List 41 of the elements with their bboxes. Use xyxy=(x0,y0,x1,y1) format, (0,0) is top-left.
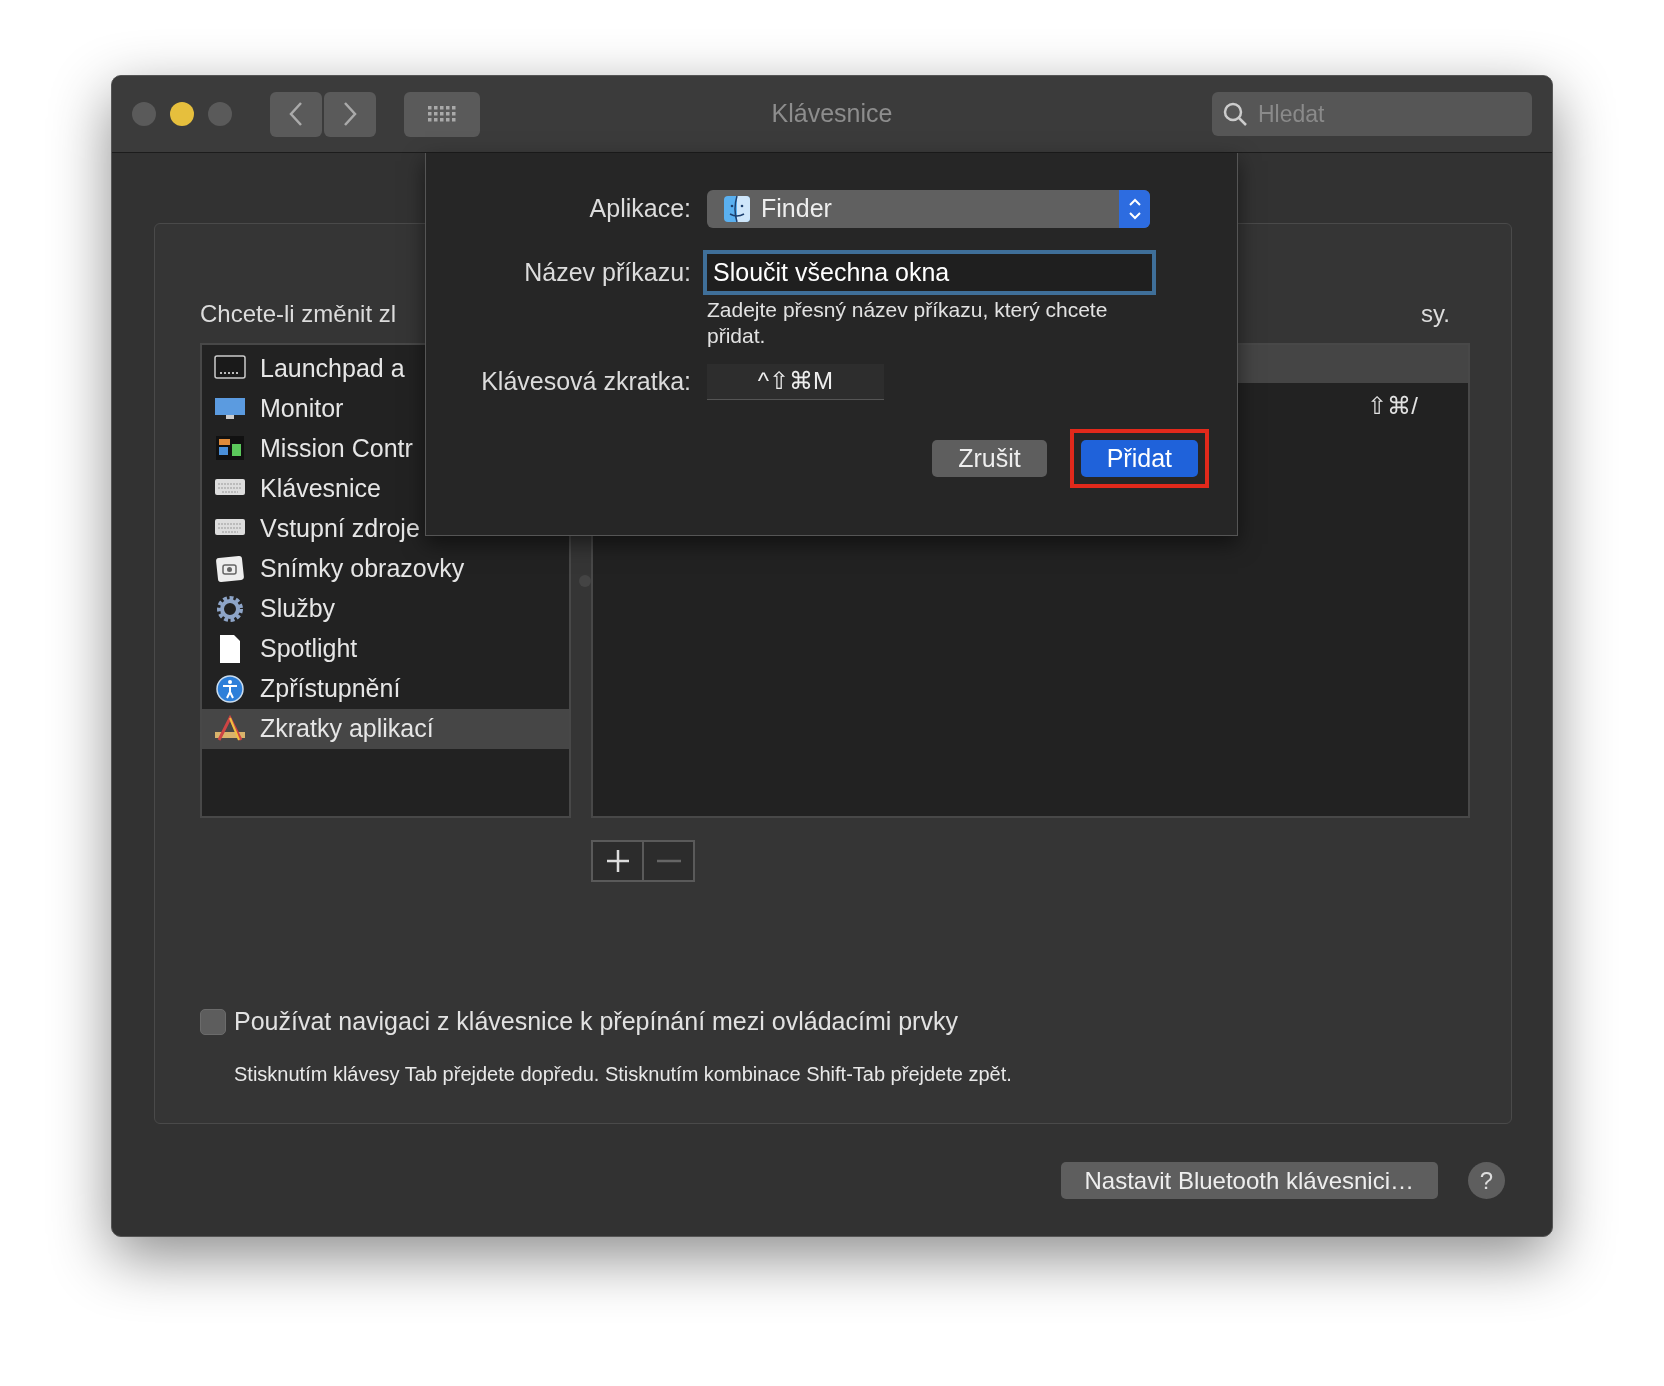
add-button[interactable] xyxy=(593,842,642,880)
chevron-right-icon xyxy=(342,101,358,127)
list-item[interactable]: Klávesnice xyxy=(202,469,569,509)
list-item[interactable]: Vstupní zdroje xyxy=(202,509,569,549)
dialog-button[interactable]: Přidat xyxy=(1080,439,1198,477)
show-all-button[interactable] xyxy=(404,91,480,137)
window-title: Klávesnice xyxy=(771,98,893,130)
list-item[interactable]: Zpřístupnění xyxy=(202,669,569,709)
checkbox-label: Používat navigaci z klávesnice k přepínání mezi ovládacími prvky xyxy=(234,1006,958,1037)
instruction-text: Chcete-li změnit zl xyxy=(200,299,397,329)
command-name-field[interactable]: Sloučit všechna okna xyxy=(703,250,1156,295)
application-popup[interactable]: Finder xyxy=(707,190,1150,228)
list-item[interactable]: Snímky obrazovky xyxy=(202,549,569,589)
plus-icon xyxy=(604,848,631,874)
instruction-text: sy. xyxy=(1421,299,1450,329)
grid-icon xyxy=(427,104,457,124)
back-button[interactable] xyxy=(270,91,322,137)
hint-text: Zadejte přesný název příkazu, který chcete přidat. xyxy=(707,297,1109,349)
help-button[interactable]: ? xyxy=(1468,1162,1505,1199)
table-cell-text: ⇧⌘/ xyxy=(1367,391,1418,421)
shortcut-field[interactable]: ^⇧⌘M xyxy=(707,363,884,400)
field-label: Aplikace: xyxy=(588,193,692,225)
checkbox[interactable] xyxy=(200,1008,226,1035)
chevron-left-icon xyxy=(288,101,304,127)
search-icon xyxy=(1222,101,1248,127)
hint-text: Stisknutím klávesy Tab přejdete dopředu. Stisknutím kombinace Shift-Tab přejdete zpět. xyxy=(234,1061,1013,1087)
minus-icon xyxy=(655,859,682,863)
minimize-button[interactable] xyxy=(170,102,194,126)
gear-icon xyxy=(214,594,246,624)
list-item[interactable]: Služby xyxy=(202,589,569,629)
list-item[interactable]: Spotlight xyxy=(202,629,569,669)
accessibility-icon xyxy=(214,674,246,704)
finder-icon xyxy=(723,195,751,223)
forward-button[interactable] xyxy=(324,91,376,137)
field-label: Název příkazu: xyxy=(523,256,692,288)
list-item[interactable]: Zkratky aplikací xyxy=(202,709,569,749)
stepper-icon xyxy=(1126,196,1143,222)
bluetooth-keyboard-button[interactable]: Nastavit Bluetooth klávesnici… xyxy=(1060,1162,1438,1199)
camera-icon xyxy=(214,554,246,584)
list-item[interactable]: Mission Contr xyxy=(202,429,569,469)
dialog-button[interactable]: Zrušit xyxy=(932,439,1047,477)
